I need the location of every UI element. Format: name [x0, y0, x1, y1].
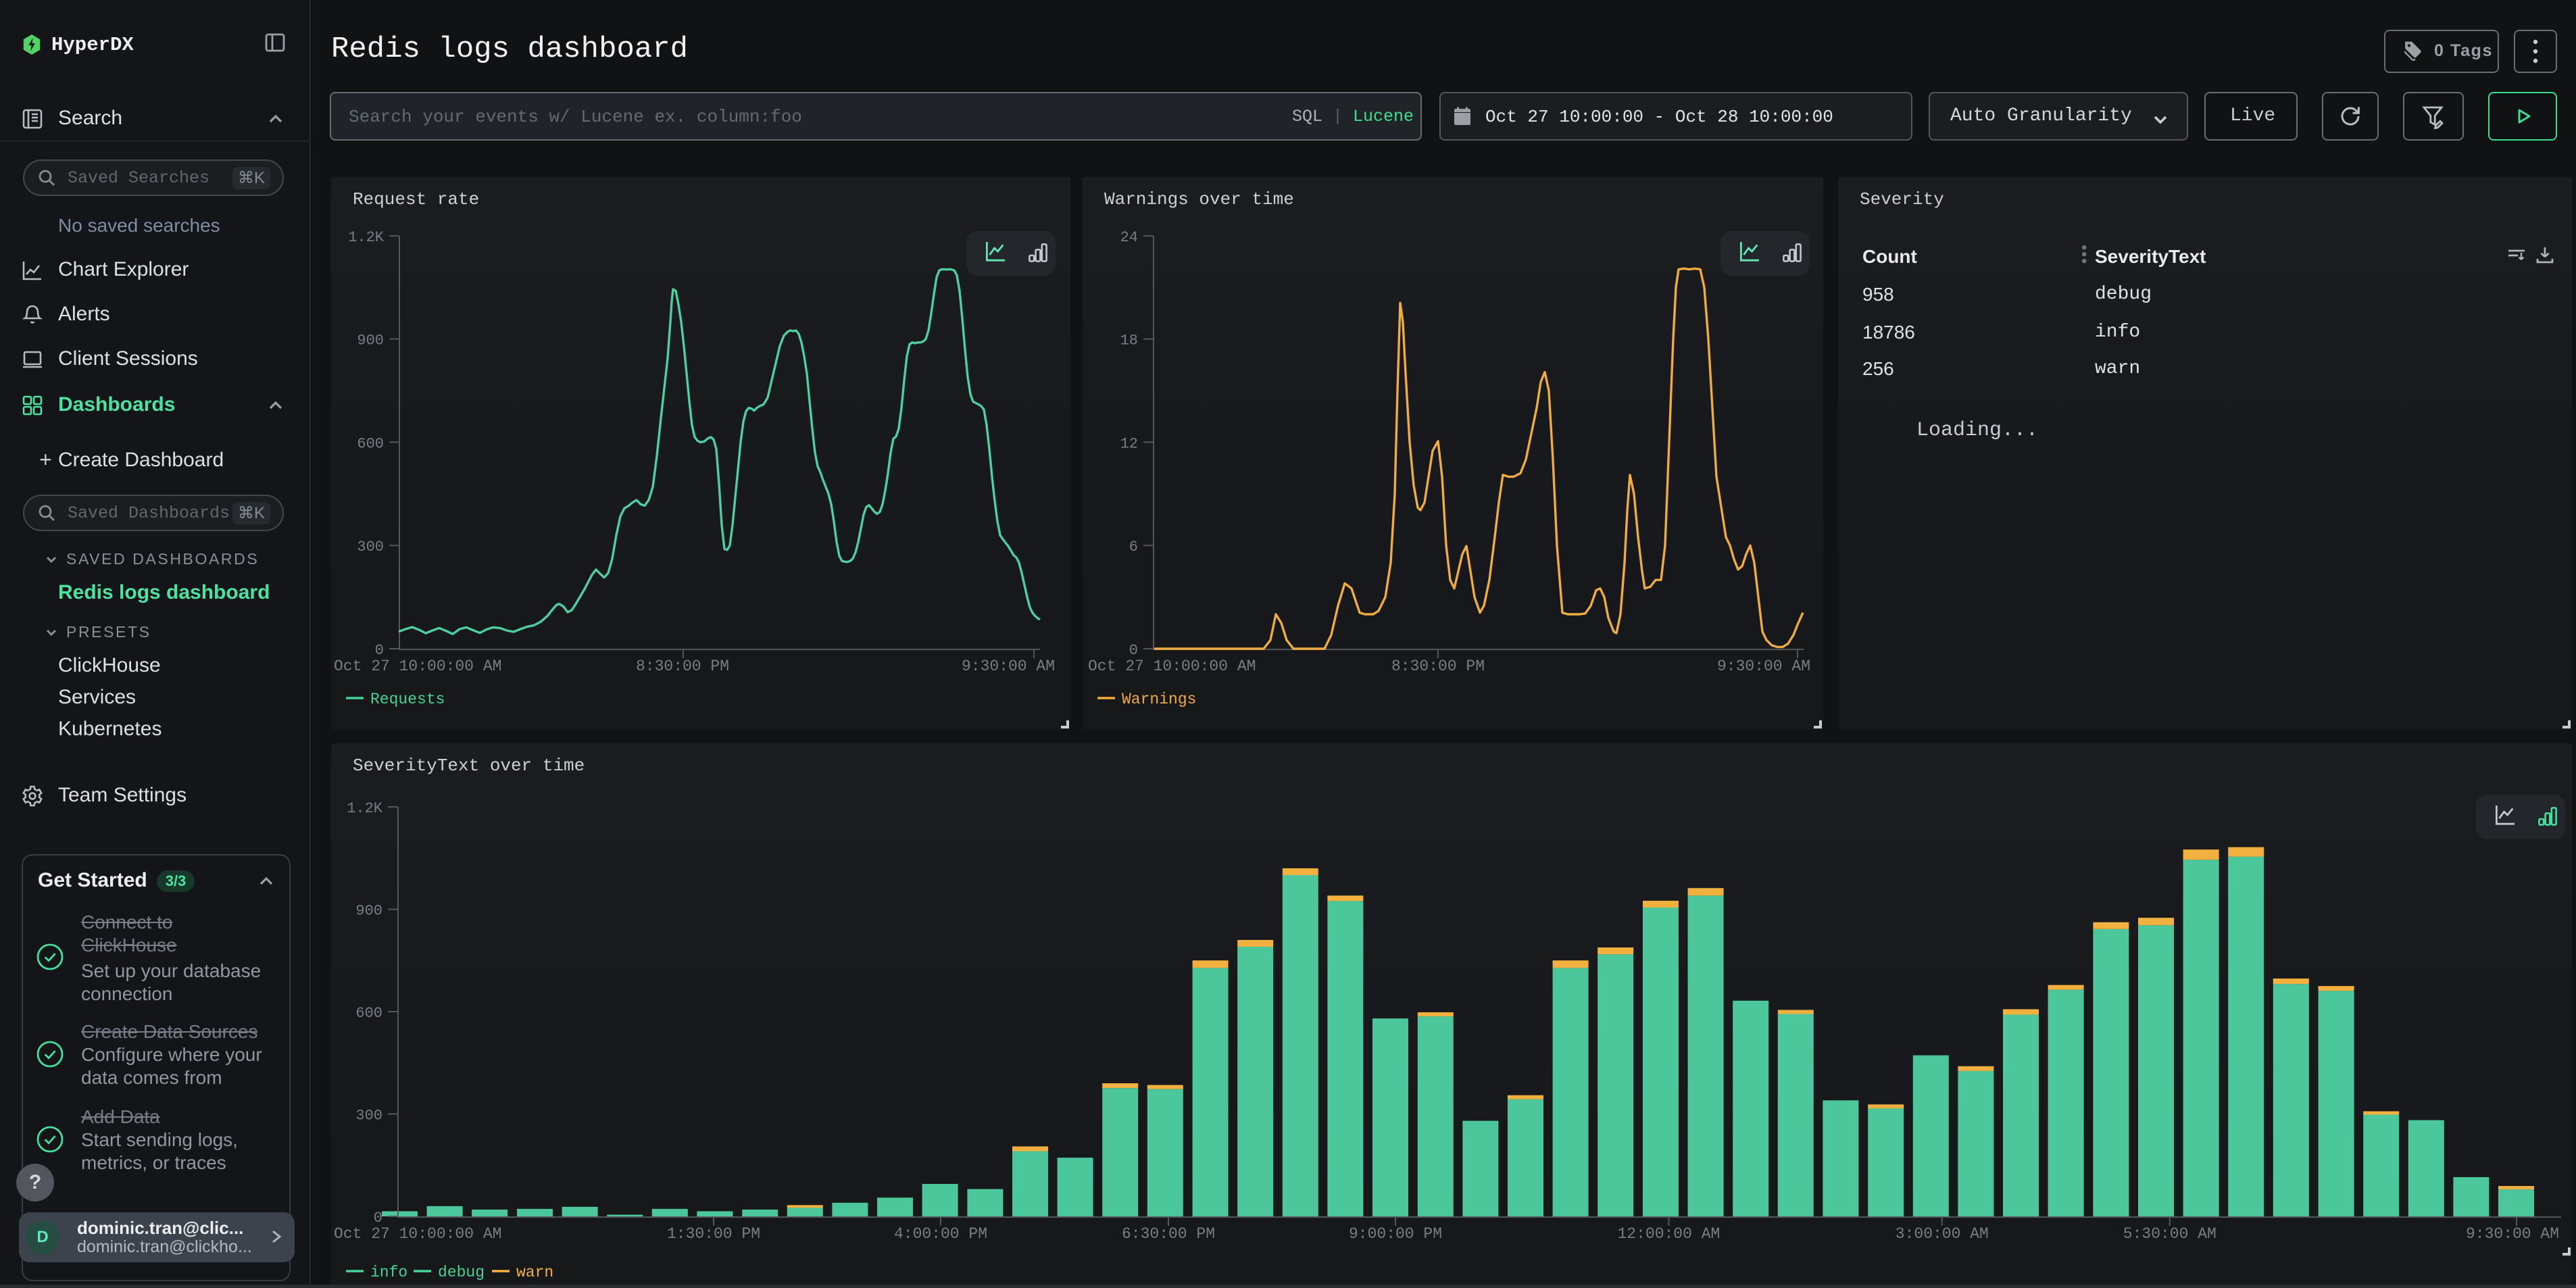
svg-text:Warnings: Warnings: [1122, 691, 1196, 708]
svg-text:0: 0: [374, 1210, 382, 1227]
svg-text:0: 0: [375, 642, 384, 659]
svg-text:9:00:00 PM: 9:00:00 PM: [1349, 1225, 1442, 1243]
svg-text:1.2K: 1.2K: [347, 800, 383, 817]
svg-text:Oct 27 10:00:00 AM: Oct 27 10:00:00 AM: [334, 1225, 501, 1243]
svg-text:6: 6: [1129, 539, 1138, 555]
svg-text:Oct 27 10:00:00 AM: Oct 27 10:00:00 AM: [1088, 658, 1256, 675]
svg-text:6:30:00 PM: 6:30:00 PM: [1122, 1225, 1215, 1243]
svg-text:9:30:00 AM: 9:30:00 AM: [962, 658, 1055, 675]
svg-text:debug: debug: [438, 1264, 485, 1281]
svg-text:9:30:00 AM: 9:30:00 AM: [1717, 658, 1810, 675]
svg-text:8:30:00 PM: 8:30:00 PM: [1391, 658, 1485, 675]
svg-text:8:30:00 PM: 8:30:00 PM: [636, 658, 729, 675]
svg-text:900: 900: [355, 903, 382, 920]
svg-text:12: 12: [1120, 435, 1138, 452]
svg-text:4:00:00 PM: 4:00:00 PM: [894, 1225, 987, 1243]
svg-text:24: 24: [1120, 229, 1138, 246]
svg-text:12:00:00 AM: 12:00:00 AM: [1617, 1225, 1720, 1243]
svg-text:3:00:00 AM: 3:00:00 AM: [1896, 1225, 1989, 1243]
svg-text:warn: warn: [516, 1264, 553, 1281]
svg-text:5:30:00 AM: 5:30:00 AM: [2123, 1225, 2216, 1243]
svg-text:1:30:00 PM: 1:30:00 PM: [667, 1225, 760, 1243]
svg-text:1.2K: 1.2K: [348, 229, 385, 246]
svg-text:Oct 27 10:00:00 AM: Oct 27 10:00:00 AM: [334, 658, 501, 675]
svg-text:300: 300: [357, 539, 384, 555]
svg-text:info: info: [370, 1264, 407, 1281]
svg-text:9:30:00 AM: 9:30:00 AM: [2466, 1225, 2559, 1243]
svg-text:300: 300: [355, 1107, 382, 1124]
svg-text:900: 900: [357, 332, 384, 349]
svg-text:Requests: Requests: [370, 691, 445, 708]
svg-text:0: 0: [1129, 642, 1138, 659]
svg-text:18: 18: [1120, 332, 1138, 349]
svg-text:600: 600: [357, 435, 384, 452]
svg-text:600: 600: [355, 1005, 382, 1022]
